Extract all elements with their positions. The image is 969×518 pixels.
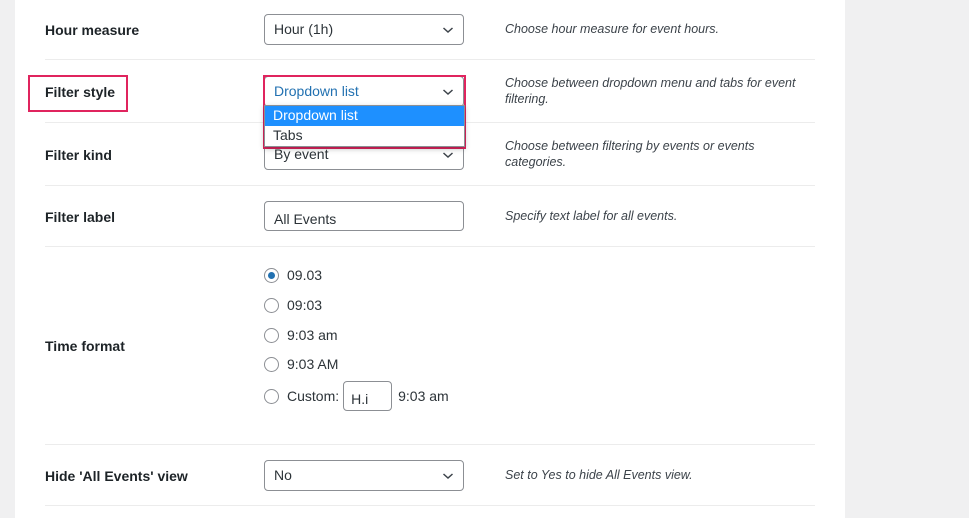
time-format-option[interactable]: 09:03 bbox=[264, 295, 322, 315]
filter-kind-value: By event bbox=[274, 146, 329, 162]
custom-label: Custom: bbox=[287, 388, 340, 404]
hour-measure-value: Hour (1h) bbox=[274, 21, 334, 37]
radio-button[interactable] bbox=[264, 388, 279, 404]
radio-button[interactable] bbox=[264, 267, 279, 283]
time-format-custom-option[interactable]: Custom: 9:03 am bbox=[264, 380, 449, 412]
time-format-option[interactable]: 09.03 bbox=[264, 265, 322, 285]
filter-style-label: Filter style bbox=[45, 84, 116, 100]
hide-all-events-select[interactable]: No bbox=[264, 460, 464, 491]
row-hide-all-events: Hide 'All Events' view No Set to Yes to … bbox=[45, 445, 815, 506]
filter-style-select[interactable]: Dropdown list bbox=[264, 76, 464, 107]
time-format-option-label: 09:03 bbox=[287, 297, 323, 313]
chevron-down-icon bbox=[443, 89, 453, 96]
chevron-down-icon bbox=[443, 27, 453, 34]
filter-style-dropdown-list: Dropdown list Tabs bbox=[264, 105, 465, 147]
dropdown-option-dropdown-list[interactable]: Dropdown list bbox=[265, 106, 464, 126]
hour-measure-label: Hour measure bbox=[45, 22, 140, 38]
filter-label-input[interactable] bbox=[264, 201, 464, 231]
custom-format-preview: 9:03 am bbox=[398, 388, 449, 404]
hour-measure-description: Choose hour measure for event hours. bbox=[505, 22, 720, 36]
time-format-label: Time format bbox=[45, 338, 125, 354]
time-format-option-label: 9:03 AM bbox=[287, 356, 339, 372]
time-format-option-label: 09.03 bbox=[287, 267, 323, 283]
filter-label-label: Filter label bbox=[45, 209, 116, 225]
row-time-format: Time format 09.03 09:03 9:03 am 9:03 AM … bbox=[45, 247, 815, 445]
time-format-option[interactable]: 9:03 AM bbox=[264, 354, 338, 374]
hide-all-events-value: No bbox=[274, 467, 292, 483]
filter-kind-description: Choose between filtering by events or ev… bbox=[505, 139, 755, 169]
hide-all-events-description: Set to Yes to hide All Events view. bbox=[505, 468, 693, 482]
time-format-option-label: 9:03 am bbox=[287, 327, 338, 343]
chevron-down-icon bbox=[443, 473, 453, 480]
chevron-down-icon bbox=[443, 152, 453, 159]
dropdown-option-tabs[interactable]: Tabs bbox=[265, 126, 464, 146]
row-hour-measure: Hour measure Hour (1h) Choose hour measu… bbox=[45, 0, 815, 60]
radio-button[interactable] bbox=[264, 297, 279, 313]
hour-measure-select[interactable]: Hour (1h) bbox=[264, 14, 464, 45]
time-format-option[interactable]: 9:03 am bbox=[264, 325, 338, 345]
radio-button[interactable] bbox=[264, 356, 279, 372]
custom-format-input[interactable] bbox=[343, 381, 393, 411]
row-filter-label: Filter label Specify text label for all … bbox=[45, 186, 815, 247]
filter-label-description: Specify text label for all events. bbox=[505, 209, 678, 223]
radio-button[interactable] bbox=[264, 327, 279, 343]
filter-style-value: Dropdown list bbox=[274, 83, 359, 99]
filter-style-description: Choose between dropdown menu and tabs fo… bbox=[505, 76, 796, 106]
hide-all-events-label: Hide 'All Events' view bbox=[45, 468, 188, 484]
filter-kind-label: Filter kind bbox=[45, 147, 112, 163]
